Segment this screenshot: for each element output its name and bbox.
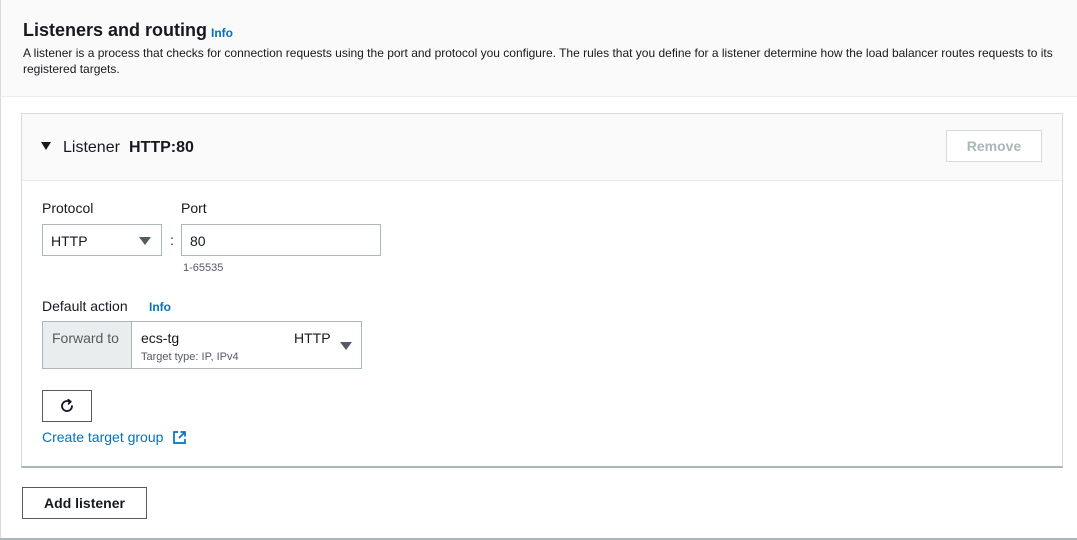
target-group-name: ecs-tg: [141, 330, 180, 346]
listener-value: HTTP:80: [129, 139, 194, 156]
target-group-type: Target type: IP, IPv4: [141, 351, 239, 363]
external-link-icon[interactable]: [172, 430, 187, 445]
frame-left-border: [0, 97, 1, 540]
caret-down-icon[interactable]: [41, 142, 51, 150]
listener-card-header: Listener HTTP:80 Remove: [22, 114, 1062, 181]
forward-to-prefix: Forward to: [43, 322, 132, 368]
forward-to-label: Forward to: [52, 330, 119, 346]
port-value: 80: [190, 233, 206, 249]
triangle-down-icon: [139, 237, 151, 245]
add-listener-button[interactable]: Add listener: [22, 487, 147, 519]
triangle-down-icon: [340, 342, 352, 350]
protocol-value: HTTP: [51, 233, 88, 249]
default-action-select[interactable]: Forward to ecs-tg Target type: IP, IPv4 …: [42, 321, 362, 369]
port-separator: :: [170, 232, 174, 248]
section-info-link[interactable]: Info: [211, 26, 233, 40]
target-group-protocol: HTTP: [294, 330, 331, 346]
section-header: Listeners and routing Info A listener is…: [0, 0, 1077, 97]
listener-label: Listener: [63, 139, 120, 156]
section-description: A listener is a process that checks for …: [23, 46, 1053, 76]
port-hint: 1-65535: [183, 262, 224, 274]
protocol-label: Protocol: [42, 200, 94, 216]
remove-button[interactable]: Remove: [946, 130, 1042, 162]
port-input[interactable]: 80: [181, 224, 381, 256]
create-target-group-link[interactable]: Create target group: [42, 429, 163, 445]
default-action-label: Default action: [42, 298, 128, 314]
refresh-button[interactable]: [42, 390, 92, 422]
refresh-icon: [61, 398, 73, 412]
port-label: Port: [181, 200, 207, 216]
listener-card: Listener HTTP:80 Remove Protocol HTTP : …: [21, 113, 1063, 468]
default-action-info-link[interactable]: Info: [149, 300, 171, 314]
listeners-page: Listeners and routing Info A listener is…: [0, 0, 1077, 540]
section-title: Listeners and routing: [23, 20, 208, 40]
protocol-select[interactable]: HTTP: [42, 224, 162, 256]
